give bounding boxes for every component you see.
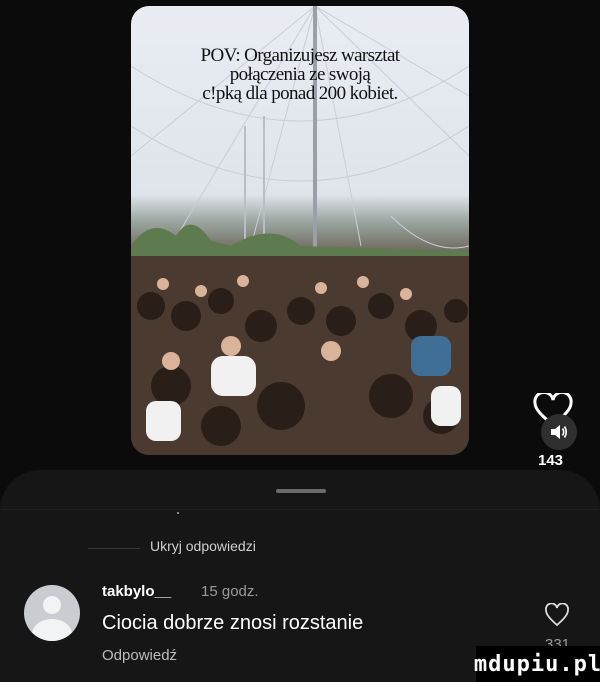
separator-dot bbox=[177, 512, 179, 514]
comment-heart-icon[interactable] bbox=[544, 603, 570, 627]
speaker-icon bbox=[551, 425, 568, 439]
reply-button[interactable]: Odpowiedź bbox=[102, 647, 177, 664]
comment-username[interactable]: takbylo__ bbox=[102, 583, 171, 600]
comment-text: Ciocia dobrze znosi rozstanie bbox=[102, 612, 364, 634]
caption-line: połączenia ze swoją bbox=[229, 64, 371, 85]
hide-replies-button[interactable]: Ukryj odpowiedzi bbox=[150, 538, 256, 554]
replies-line bbox=[88, 548, 140, 549]
sound-toggle-button[interactable] bbox=[541, 414, 577, 450]
sheet-divider bbox=[0, 509, 600, 510]
watermark: mdupiu.pl bbox=[474, 646, 600, 682]
comment-timestamp: 15 godz. bbox=[201, 583, 259, 600]
caption-line: c!pką dla ponad 200 kobiet. bbox=[202, 83, 398, 104]
video-caption: POV: Organizujesz warsztat połączenia ze… bbox=[131, 46, 469, 103]
like-count: 143 bbox=[538, 452, 564, 469]
avatar-placeholder-body bbox=[32, 619, 72, 641]
sheet-grabber[interactable] bbox=[276, 489, 326, 493]
avatar-placeholder-head bbox=[43, 596, 61, 614]
video-player[interactable]: POV: Organizujesz warsztat połączenia ze… bbox=[131, 6, 469, 455]
caption-line: POV: Organizujesz warsztat bbox=[200, 45, 401, 66]
avatar[interactable] bbox=[24, 585, 80, 641]
